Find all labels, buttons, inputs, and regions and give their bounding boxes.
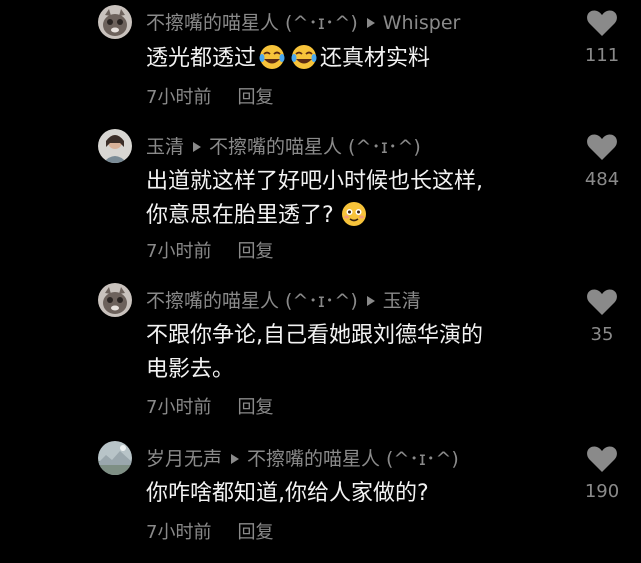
rolling-laughing-emoji bbox=[291, 45, 317, 69]
author-name[interactable]: 玉清 bbox=[146, 136, 184, 158]
triangle-right-icon bbox=[366, 296, 375, 306]
heart-icon[interactable] bbox=[586, 133, 618, 161]
like-count: 35 bbox=[590, 324, 614, 345]
comment-meta: 7小时前 回复 bbox=[146, 240, 273, 264]
comment-text-part: 还真材实料 bbox=[320, 46, 431, 71]
author-name[interactable]: 不擦嘴的喵星人 (^･ɪ･^) bbox=[146, 12, 358, 34]
like-count: 484 bbox=[584, 169, 620, 190]
heart-icon[interactable] bbox=[586, 288, 618, 316]
comment-header: 不擦嘴的喵星人 (^･ɪ･^) Whisper bbox=[146, 10, 460, 36]
comment-meta: 7小时前 回复 bbox=[146, 521, 273, 545]
comment-text: 你咋啥都知道,你给人家做的? bbox=[146, 477, 429, 511]
reply-button[interactable]: 回复 bbox=[237, 87, 273, 108]
like-button[interactable]: 35 bbox=[580, 288, 624, 346]
avatar[interactable] bbox=[98, 129, 132, 163]
like-button[interactable]: 190 bbox=[580, 445, 624, 503]
avatar[interactable] bbox=[98, 283, 132, 317]
avatar[interactable] bbox=[98, 441, 132, 475]
comment-text-line: 你咋啥都知道,你给人家做的? bbox=[146, 481, 429, 506]
timestamp: 7小时前 bbox=[146, 87, 212, 108]
heart-icon[interactable] bbox=[586, 9, 618, 37]
comment-text-line: 你意思在胎里透了? bbox=[146, 203, 334, 228]
avatar[interactable] bbox=[98, 5, 132, 39]
author-name[interactable]: 不擦嘴的喵星人 (^･ɪ･^) bbox=[146, 290, 358, 312]
heart-icon[interactable] bbox=[586, 445, 618, 473]
comment-text-line: 出道就这样了好吧小时候也长这样, bbox=[146, 169, 483, 194]
triangle-right-icon bbox=[366, 18, 375, 28]
comment-text-line: 不跟你争论,自己看她跟刘德华演的 bbox=[146, 323, 483, 348]
like-button[interactable]: 111 bbox=[580, 9, 624, 67]
comment-meta: 7小时前 回复 bbox=[146, 86, 273, 110]
comment-text-line: 电影去。 bbox=[146, 357, 235, 382]
reply-to-name[interactable]: 不擦嘴的喵星人 (^･ɪ･^) bbox=[209, 136, 421, 158]
reply-to-name[interactable]: 玉清 bbox=[383, 290, 421, 312]
comment-text-line-wrapper: 你意思在胎里透了? bbox=[146, 199, 483, 233]
reply-to-name[interactable]: Whisper bbox=[383, 12, 461, 34]
like-count: 190 bbox=[584, 481, 620, 502]
comment-text: 出道就这样了好吧小时候也长这样, 你意思在胎里透了? bbox=[146, 165, 483, 233]
like-button[interactable]: 484 bbox=[580, 133, 624, 191]
triangle-right-icon bbox=[193, 142, 202, 152]
timestamp: 7小时前 bbox=[146, 522, 212, 543]
comment-text-part: 透光都透过 bbox=[146, 46, 257, 71]
reply-to-name[interactable]: 不擦嘴的喵星人 (^･ɪ･^) bbox=[247, 448, 459, 470]
comment-header: 不擦嘴的喵星人 (^･ɪ･^) 玉清 bbox=[146, 288, 421, 314]
rolling-laughing-emoji bbox=[259, 45, 285, 69]
timestamp: 7小时前 bbox=[146, 241, 212, 262]
reply-button[interactable]: 回复 bbox=[237, 397, 273, 418]
comment-header: 玉清 不擦嘴的喵星人 (^･ɪ･^) bbox=[146, 134, 421, 160]
reply-button[interactable]: 回复 bbox=[237, 522, 273, 543]
reply-button[interactable]: 回复 bbox=[237, 241, 273, 262]
timestamp: 7小时前 bbox=[146, 397, 212, 418]
author-name[interactable]: 岁月无声 bbox=[146, 448, 222, 470]
comment-text: 不跟你争论,自己看她跟刘德华演的 电影去。 bbox=[146, 319, 483, 387]
triangle-right-icon bbox=[231, 454, 240, 464]
flushed-smile-emoji bbox=[341, 202, 366, 226]
comment-text: 透光都透过 还真材实料 bbox=[146, 42, 430, 76]
comment-header: 岁月无声 不擦嘴的喵星人 (^･ɪ･^) bbox=[146, 446, 459, 472]
comment-meta: 7小时前 回复 bbox=[146, 396, 273, 420]
like-count: 111 bbox=[584, 45, 620, 66]
